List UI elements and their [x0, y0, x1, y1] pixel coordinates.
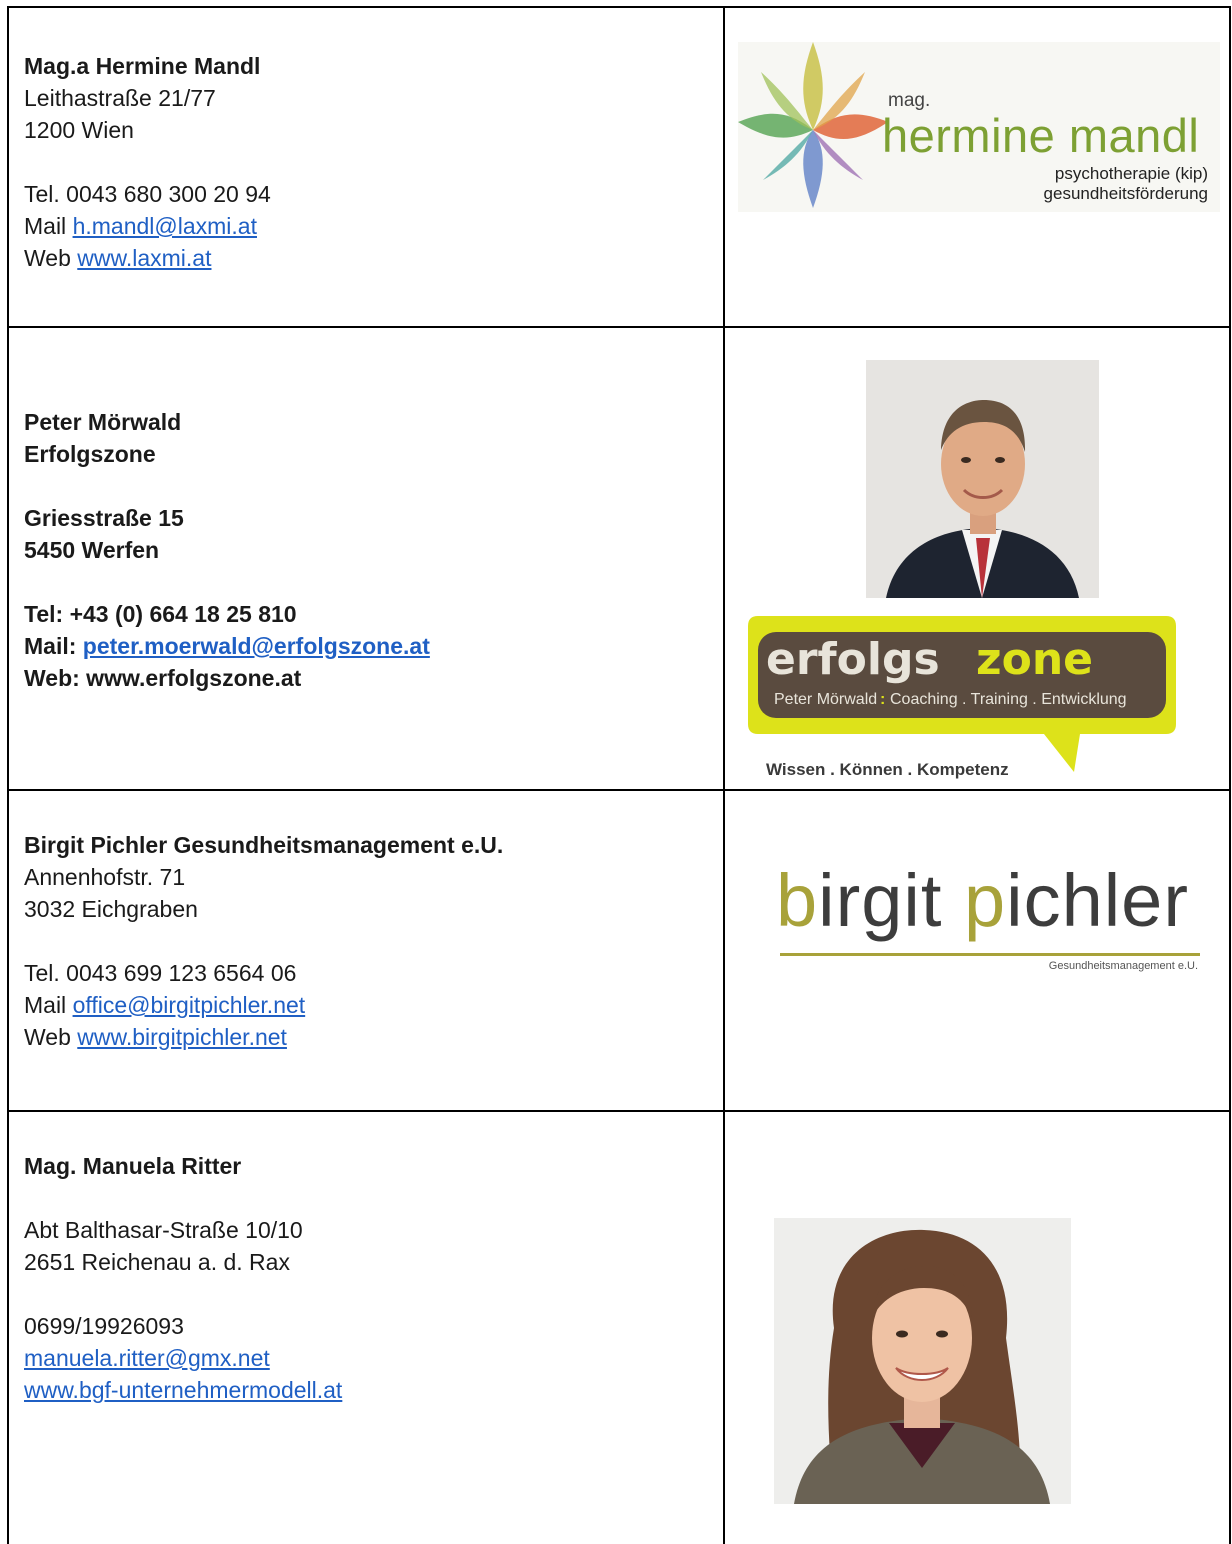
flower-logo-icon [738, 42, 888, 208]
mail-link[interactable]: manuela.ritter@gmx.net [24, 1345, 270, 1371]
contact-web-line: Web www.laxmi.at [24, 245, 212, 271]
logo-subtitle-2: gesundheitsförderung [1043, 184, 1208, 203]
logo-name: birgit pichler [776, 859, 1189, 942]
contact-mail-line: Mail: peter.moerwald@erfolgszone.at [24, 633, 430, 659]
contact-mail-line: Mail h.mandl@laxmi.at [24, 213, 257, 239]
contact-name: Mag. Manuela Ritter [24, 1153, 242, 1179]
contact-tel: Tel. 0043 699 123 6564 06 [24, 960, 297, 986]
logo-sub-name: Peter Mörwald [774, 691, 877, 708]
logo-word-erfolgs: erfolgs [766, 634, 940, 685]
erfolgszone-logo: erfolgs zone Peter Mörwald : Coaching . … [744, 612, 1180, 782]
table-border-top [7, 6, 1231, 8]
logo-sub-separator: : [880, 691, 885, 708]
logo-word-zone: zone [976, 634, 1093, 685]
contact-table: Mag.a Hermine Mandl Leithastraße 21/77 1… [0, 0, 1232, 1544]
contact-tel: Tel. 0043 680 300 20 94 [24, 181, 271, 207]
logo-name: hermine mandl [882, 109, 1200, 162]
portrait-image [866, 360, 1099, 598]
logo-tagline: Wissen . Können . Kompetenz [766, 760, 1009, 779]
contact-cell-ritter: Mag. Manuela Ritter Abt Balthasar-Straße… [24, 1150, 342, 1406]
contact-web-line: Web www.birgitpichler.net [24, 1024, 287, 1050]
contact-cell-moerwald: Peter Mörwald Erfolgszone Griesstraße 15… [24, 406, 430, 694]
speech-bubble-icon: erfolgs zone Peter Mörwald : Coaching . … [748, 616, 1176, 772]
contact-cell-pichler: Birgit Pichler Gesundheitsmanagement e.U… [24, 829, 503, 1053]
web-link[interactable]: www.birgitpichler.net [77, 1024, 287, 1050]
mail-link[interactable]: h.mandl@laxmi.at [73, 213, 257, 239]
contact-city: 5450 Werfen [24, 537, 160, 563]
birgit-pichler-logo: birgit pichler Gesundheitsmanagement e.U… [776, 858, 1206, 988]
logo-underline [780, 953, 1200, 956]
contact-street: Leithastraße 21/77 [24, 85, 216, 111]
contact-cell-mandl: Mag.a Hermine Mandl Leithastraße 21/77 1… [24, 50, 271, 274]
logo-subtitle: Gesundheitsmanagement e.U. [1048, 960, 1198, 972]
portrait-photo-peter [866, 360, 1099, 598]
contact-company: Erfolgszone [24, 441, 156, 467]
contact-tel: 0699/19926093 [24, 1313, 184, 1339]
contact-city: 1200 Wien [24, 117, 134, 143]
logo-sub-services: Coaching . Training . Entwicklung [890, 691, 1127, 708]
contact-street: Abt Balthasar-Straße 10/10 [24, 1217, 303, 1243]
logo-subtitle-1: psychotherapie (kip) [1054, 164, 1208, 183]
contact-mail-line: Mail office@birgitpichler.net [24, 992, 306, 1018]
row-divider-3 [7, 1110, 1231, 1112]
contact-name: Peter Mörwald [24, 409, 182, 435]
mail-link[interactable]: peter.moerwald@erfolgszone.at [83, 633, 430, 659]
portrait-image [774, 1218, 1071, 1504]
table-border-left [7, 6, 9, 1544]
contact-city: 2651 Reichenau a. d. Rax [24, 1249, 290, 1275]
contact-tel: Tel: +43 (0) 664 18 25 810 [24, 601, 297, 627]
table-column-divider [723, 6, 725, 1544]
contact-street: Griesstraße 15 [24, 505, 184, 531]
contact-name: Mag.a Hermine Mandl [24, 53, 261, 79]
web-link[interactable]: www.laxmi.at [77, 245, 211, 271]
mail-link[interactable]: office@birgitpichler.net [73, 992, 306, 1018]
contact-name: Birgit Pichler Gesundheitsmanagement e.U… [24, 832, 504, 858]
row-divider-2 [7, 789, 1231, 791]
contact-city: 3032 Eichgraben [24, 896, 198, 922]
table-border-right [1229, 6, 1231, 1544]
web-link[interactable]: www.bgf-unternehmermodell.at [24, 1377, 342, 1403]
portrait-photo-manuela [774, 1218, 1071, 1504]
row-divider-1 [7, 326, 1231, 328]
mandl-logo: mag. hermine mandl psychotherapie (kip) … [738, 42, 1220, 212]
contact-street: Annenhofstr. 71 [24, 864, 186, 890]
contact-web: Web: www.erfolgszone.at [24, 665, 302, 691]
